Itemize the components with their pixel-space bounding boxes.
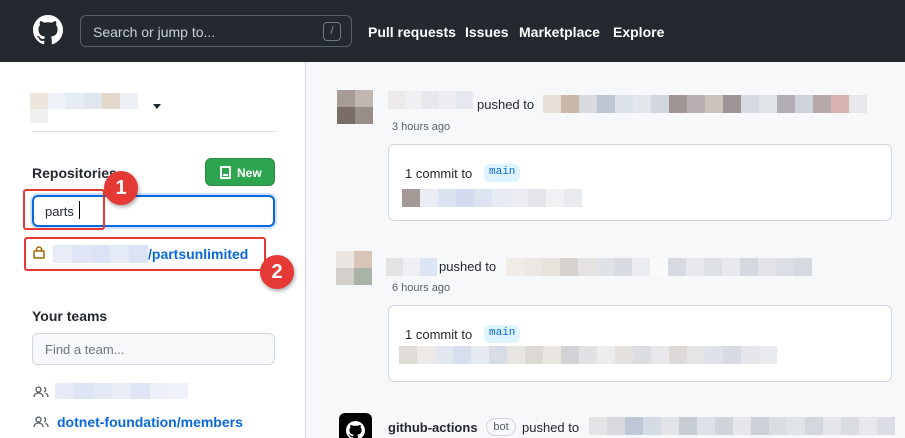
team-link-dotnet-foundation[interactable]: dotnet-foundation/members — [57, 414, 243, 430]
commit-details-redacted[interactable] — [399, 346, 777, 364]
context-switcher-name — [30, 109, 48, 123]
event-avatar[interactable] — [336, 251, 372, 285]
event-timestamp: 3 hours ago — [392, 121, 451, 133]
event-repo-redacted[interactable] — [543, 95, 867, 113]
bot-badge: bot — [486, 418, 516, 436]
event-actor-redacted[interactable] — [388, 91, 473, 109]
people-icon — [33, 416, 49, 428]
team-filter-placeholder: Find a team... — [45, 342, 125, 357]
repositories-heading: Repositories — [32, 165, 117, 181]
github-logo-icon[interactable] — [33, 15, 63, 45]
global-search-input[interactable]: Search or jump to... / — [80, 15, 352, 47]
event-action-text: pushed to — [477, 97, 535, 112]
commit-card: 1 commit to main — [388, 305, 892, 382]
top-header: Search or jump to... / Pull requests Iss… — [0, 0, 905, 62]
nav-marketplace[interactable]: Marketplace — [519, 24, 600, 40]
commit-summary: 1 commit to — [405, 327, 473, 342]
nav-issues[interactable]: Issues — [465, 24, 509, 40]
team-redacted-link[interactable] — [55, 383, 188, 399]
context-switcher-avatar[interactable] — [30, 93, 138, 109]
new-repository-button[interactable]: New — [205, 158, 275, 186]
people-icon — [33, 386, 49, 398]
your-teams-heading: Your teams — [32, 308, 108, 324]
branch-label[interactable]: main — [484, 164, 521, 182]
annotation-badge-2: 2 — [260, 255, 294, 289]
octocat-icon — [346, 421, 365, 438]
github-actions-avatar[interactable] — [339, 413, 372, 438]
event-avatar[interactable] — [337, 90, 373, 124]
commit-details-redacted[interactable] — [402, 189, 582, 207]
nav-pull-requests[interactable]: Pull requests — [368, 24, 456, 40]
annotation-box-1 — [23, 189, 105, 230]
event-actor-redacted[interactable] — [386, 258, 437, 276]
annotation-badge-1: 1 — [104, 171, 138, 205]
team-filter-input[interactable]: Find a team... — [32, 333, 275, 365]
event-action-text: pushed to — [522, 420, 580, 435]
annotation-box-2 — [24, 237, 266, 271]
slash-shortcut-icon: / — [323, 22, 341, 41]
commit-card: 1 commit to main — [388, 144, 892, 221]
event-repo-redacted[interactable] — [589, 417, 895, 435]
nav-explore[interactable]: Explore — [613, 24, 664, 40]
event-repo-redacted[interactable] — [506, 258, 812, 276]
sidebar-divider — [32, 131, 275, 132]
event-action-text: pushed to — [439, 259, 497, 274]
new-button-label: New — [237, 166, 262, 180]
branch-label[interactable]: main — [484, 325, 521, 343]
commit-summary: 1 commit to — [405, 166, 473, 181]
chevron-down-icon[interactable] — [153, 104, 161, 109]
search-placeholder: Search or jump to... — [93, 24, 216, 40]
event-actor-link[interactable]: github-actions — [388, 420, 478, 435]
repo-icon — [220, 166, 231, 179]
event-timestamp: 6 hours ago — [392, 282, 451, 294]
